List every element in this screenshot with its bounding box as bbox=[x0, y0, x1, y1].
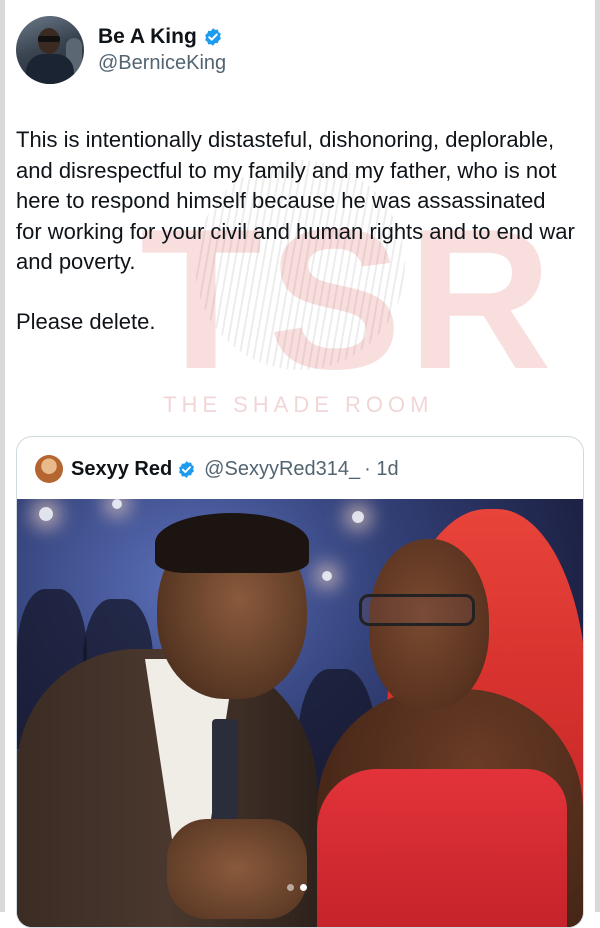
stage-light bbox=[39, 507, 53, 521]
tweet-author[interactable]: Be A King @BerniceKing bbox=[16, 16, 226, 84]
author-display-name[interactable]: Be A King bbox=[98, 24, 226, 50]
woman-glasses bbox=[359, 594, 475, 626]
quoted-tweet-card[interactable]: Sexyy Red @SexyyRed314_ · 1d bbox=[16, 436, 584, 928]
stage-light bbox=[352, 511, 364, 523]
clasped-hands bbox=[167, 819, 307, 919]
verified-badge-icon bbox=[204, 28, 221, 46]
frame-edge-right bbox=[595, 0, 600, 912]
tweet-paragraph: This is intentionally distasteful, disho… bbox=[16, 127, 575, 274]
author-display-name-text[interactable]: Be A King bbox=[98, 24, 197, 50]
author-handle[interactable]: @BerniceKing bbox=[98, 50, 226, 76]
carousel-indicator[interactable] bbox=[287, 884, 307, 891]
quoted-author-handle[interactable]: @SexyyRed314_ bbox=[204, 458, 360, 481]
verified-badge-icon bbox=[179, 460, 195, 478]
tweet-paragraph: Please delete. bbox=[16, 308, 156, 334]
carousel-dot[interactable] bbox=[287, 884, 294, 891]
watermark-text: THE SHADE ROOM bbox=[163, 392, 434, 417]
red-dress bbox=[317, 769, 567, 927]
author-avatar[interactable] bbox=[16, 16, 84, 84]
tweet-body: This is intentionally distasteful, disho… bbox=[16, 125, 576, 337]
quoted-tweet-time[interactable]: · 1d bbox=[364, 458, 398, 481]
quoted-tweet-photo[interactable] bbox=[17, 499, 583, 927]
quoted-tweet-header: Sexyy Red @SexyyRed314_ · 1d bbox=[35, 455, 399, 483]
author-names: Be A King @BerniceKing bbox=[98, 24, 226, 76]
man-hair bbox=[155, 513, 309, 573]
frame-edge-left bbox=[0, 0, 5, 912]
quoted-author-name[interactable]: Sexyy Red bbox=[71, 458, 172, 481]
carousel-dot-active[interactable] bbox=[300, 884, 307, 891]
stage-light bbox=[112, 499, 122, 509]
stage-light bbox=[322, 571, 332, 581]
quoted-author-avatar[interactable] bbox=[35, 455, 63, 483]
